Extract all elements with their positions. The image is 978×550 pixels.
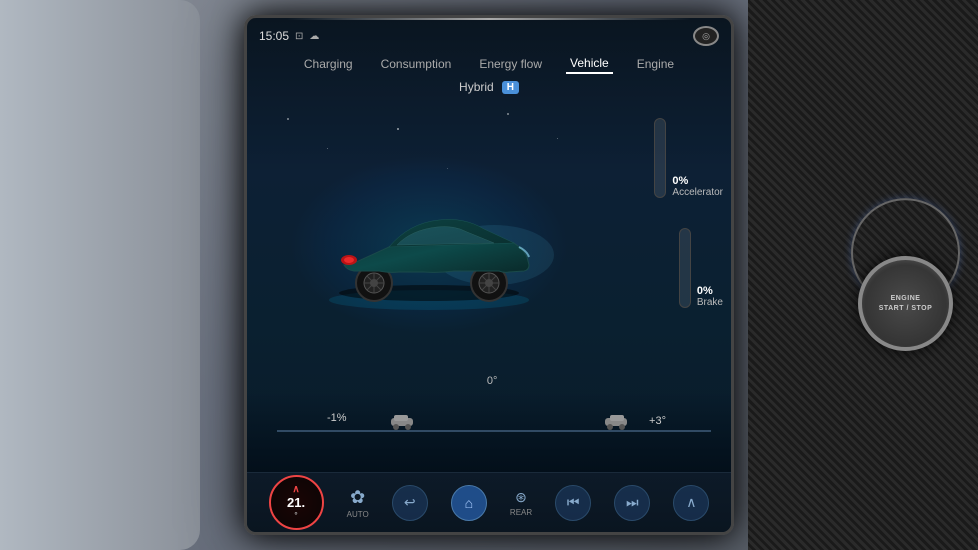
accelerator-gauge-bar bbox=[654, 118, 666, 198]
accelerator-gauge-container: 0% Accelerator bbox=[654, 118, 723, 198]
fan-auto-label: AUTO bbox=[347, 510, 369, 519]
prev-icon: ⏮ bbox=[567, 494, 580, 511]
accelerator-label: Accelerator bbox=[672, 187, 723, 198]
left-panel bbox=[0, 0, 200, 550]
rear-label: REAR bbox=[510, 508, 532, 517]
back-button[interactable]: ↩ bbox=[392, 485, 428, 521]
steering-angle: 0° bbox=[487, 375, 498, 387]
fan-icon: ✿ bbox=[350, 487, 365, 508]
grade-negative: -1% bbox=[327, 412, 347, 424]
control-bar: ∧ 21. ° ✿ AUTO ↩ ⌂ ⊛ REAR bbox=[247, 472, 731, 532]
signal-icon: ⊡ bbox=[295, 31, 303, 42]
hybrid-row: Hybrid H bbox=[247, 78, 731, 98]
hybrid-label: Hybrid bbox=[459, 80, 494, 94]
brake-value: 0% bbox=[697, 285, 713, 297]
back-icon: ↩ bbox=[404, 494, 416, 511]
engine-label-line2: START / STOP bbox=[879, 304, 933, 314]
temp-up-arrow: ∧ bbox=[292, 485, 299, 495]
camera-icon: ◎ bbox=[693, 26, 719, 46]
rear-control[interactable]: ⊛ REAR bbox=[510, 489, 532, 517]
accelerator-value: 0% bbox=[672, 175, 688, 187]
status-right: ◎ bbox=[693, 26, 719, 46]
temp-unit: ° bbox=[294, 511, 297, 520]
right-gauges: 0% Accelerator 0% Brake bbox=[613, 108, 723, 392]
status-time: 15:05 bbox=[259, 29, 289, 43]
nav-tabs: Charging Consumption Energy flow Vehicle… bbox=[247, 50, 731, 76]
home-button[interactable]: ⌂ bbox=[451, 485, 487, 521]
next-icon: ⏭ bbox=[626, 494, 639, 511]
temperature-control[interactable]: ∧ 21. ° bbox=[269, 475, 324, 530]
brake-label: Brake bbox=[697, 297, 723, 308]
main-content: 0% Accelerator 0% Brake bbox=[247, 98, 731, 472]
mini-car-left bbox=[387, 412, 417, 430]
dashboard: 15:05 ⊡ ☁ ◎ Charging Consumption Energy … bbox=[0, 0, 978, 550]
brake-gauge-container: 0% Brake bbox=[679, 228, 723, 308]
main-screen: 15:05 ⊡ ☁ ◎ Charging Consumption Energy … bbox=[244, 15, 734, 535]
next-button[interactable]: ⏭ bbox=[614, 485, 650, 521]
hybrid-badge: H bbox=[502, 81, 519, 94]
status-left: 15:05 ⊡ ☁ bbox=[259, 29, 319, 43]
right-panel: ENGINE START / STOP bbox=[748, 0, 978, 550]
temp-value: 21. bbox=[287, 495, 305, 511]
engine-label-line1: ENGINE bbox=[891, 294, 921, 304]
status-bar: 15:05 ⊡ ☁ ◎ bbox=[247, 20, 731, 50]
chevron-up-button[interactable]: ∧ bbox=[673, 485, 709, 521]
chevron-up-icon: ∧ bbox=[686, 494, 696, 511]
grade-positive: +3° bbox=[649, 415, 666, 427]
tab-vehicle[interactable]: Vehicle bbox=[566, 54, 613, 74]
home-icon: ⌂ bbox=[465, 495, 473, 511]
mini-car-right bbox=[601, 412, 631, 430]
prev-button[interactable]: ⏮ bbox=[555, 485, 591, 521]
brake-gauge-bar bbox=[679, 228, 691, 308]
engine-start-stop-button[interactable]: ENGINE START / STOP bbox=[858, 256, 953, 351]
tab-engine[interactable]: Engine bbox=[633, 55, 678, 73]
tab-consumption[interactable]: Consumption bbox=[377, 55, 456, 73]
bottom-section: -1% +3° bbox=[247, 392, 731, 472]
rear-fan-icon: ⊛ bbox=[515, 489, 527, 506]
tab-charging[interactable]: Charging bbox=[300, 55, 357, 73]
nav-section: Charging Consumption Energy flow Vehicle… bbox=[247, 50, 731, 98]
cloud-icon: ☁ bbox=[309, 31, 319, 42]
fan-control[interactable]: ✿ AUTO bbox=[347, 487, 369, 519]
car-illustration bbox=[299, 175, 559, 315]
tab-energy-flow[interactable]: Energy flow bbox=[475, 55, 546, 73]
car-scene bbox=[247, 98, 611, 392]
road-line bbox=[277, 430, 711, 432]
